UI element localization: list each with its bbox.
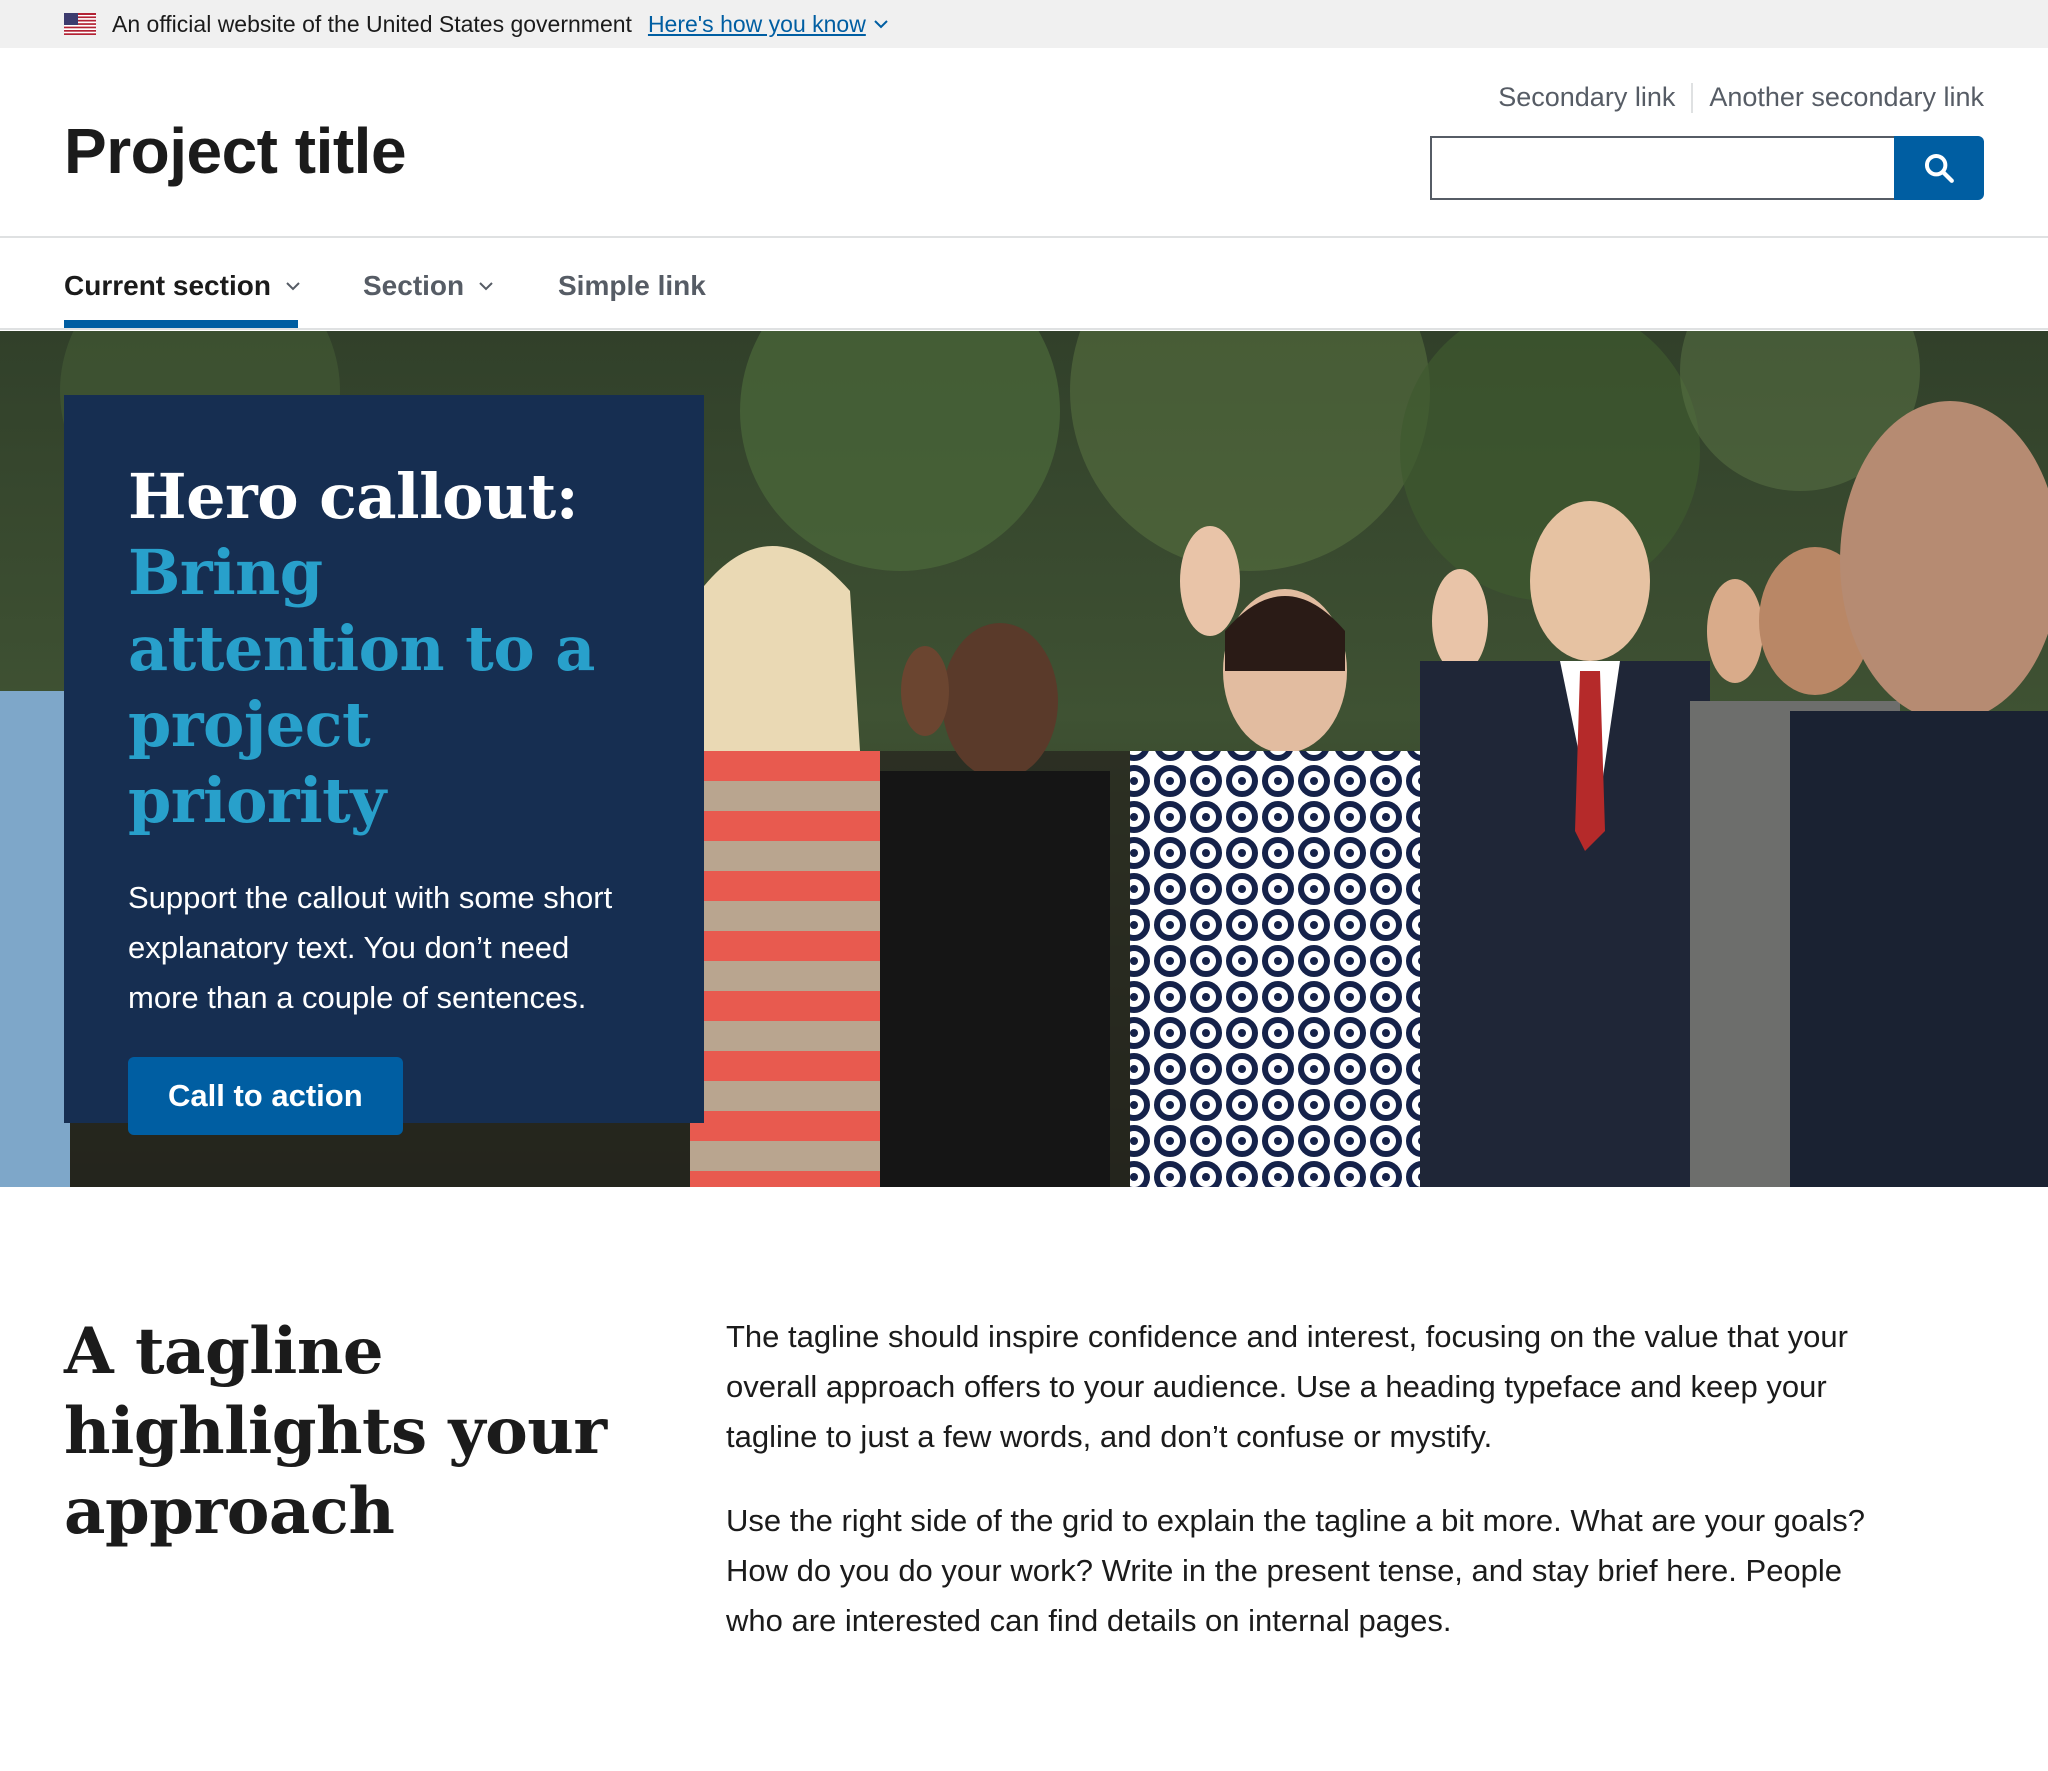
chevron-down-icon <box>874 20 888 29</box>
tagline-paragraph: Use the right side of the grid to explai… <box>726 1503 1866 1638</box>
search-input[interactable] <box>1430 136 1894 200</box>
chevron-down-icon <box>286 282 300 291</box>
current-section-indicator <box>64 320 298 328</box>
heres-how-you-know-label: Here's how you know <box>647 10 866 37</box>
project-title[interactable]: Project title <box>64 114 407 188</box>
nav-item-label: Simple link <box>558 270 706 301</box>
tagline-body: The tagline should inspire confidence an… <box>726 1312 1866 1680</box>
nav-item-current-section[interactable]: Current section <box>64 266 301 306</box>
secondary-link[interactable]: Secondary link <box>1498 82 1675 113</box>
nav-item-simple-link[interactable]: Simple link <box>558 266 706 306</box>
primary-nav: Current section Section Simple link <box>0 240 2048 330</box>
site-header: Project title Secondary link Another sec… <box>0 48 2048 238</box>
secondary-links: Secondary link Another secondary link <box>1498 82 1984 113</box>
heres-how-you-know-link[interactable]: Here's how you know <box>648 11 888 38</box>
hero: Hero callout: Bring attention to a proje… <box>0 331 2048 1187</box>
hero-callout-title-accent: Bring attention to a project priority <box>128 536 595 837</box>
gov-banner: An official website of the United States… <box>0 0 2048 48</box>
search-form <box>1430 136 1984 200</box>
search-button[interactable] <box>1894 136 1984 200</box>
hero-callout-title: Hero callout: Bring attention to a proje… <box>128 459 640 839</box>
nav-item-label: Current section <box>64 270 271 301</box>
hero-callout: Hero callout: Bring attention to a proje… <box>64 395 704 1135</box>
gov-banner-text: An official website of the United States… <box>112 10 632 37</box>
another-secondary-link[interactable]: Another secondary link <box>1709 82 1984 113</box>
nav-item-section[interactable]: Section <box>363 266 494 306</box>
hero-callout-text: Support the callout with some short expl… <box>128 880 613 1015</box>
secondary-link-divider <box>1691 82 1694 113</box>
tagline-paragraph: The tagline should inspire confidence an… <box>726 1319 1848 1454</box>
chevron-down-icon <box>479 282 493 291</box>
tagline-heading: A tagline highlights your approach <box>64 1314 607 1549</box>
nav-item-label: Section <box>363 270 465 301</box>
us-flag-icon <box>64 13 96 35</box>
call-to-action-button[interactable]: Call to action <box>128 1057 403 1135</box>
hero-callout-title-lead: Hero callout: <box>128 460 579 533</box>
search-icon <box>1924 153 1954 183</box>
